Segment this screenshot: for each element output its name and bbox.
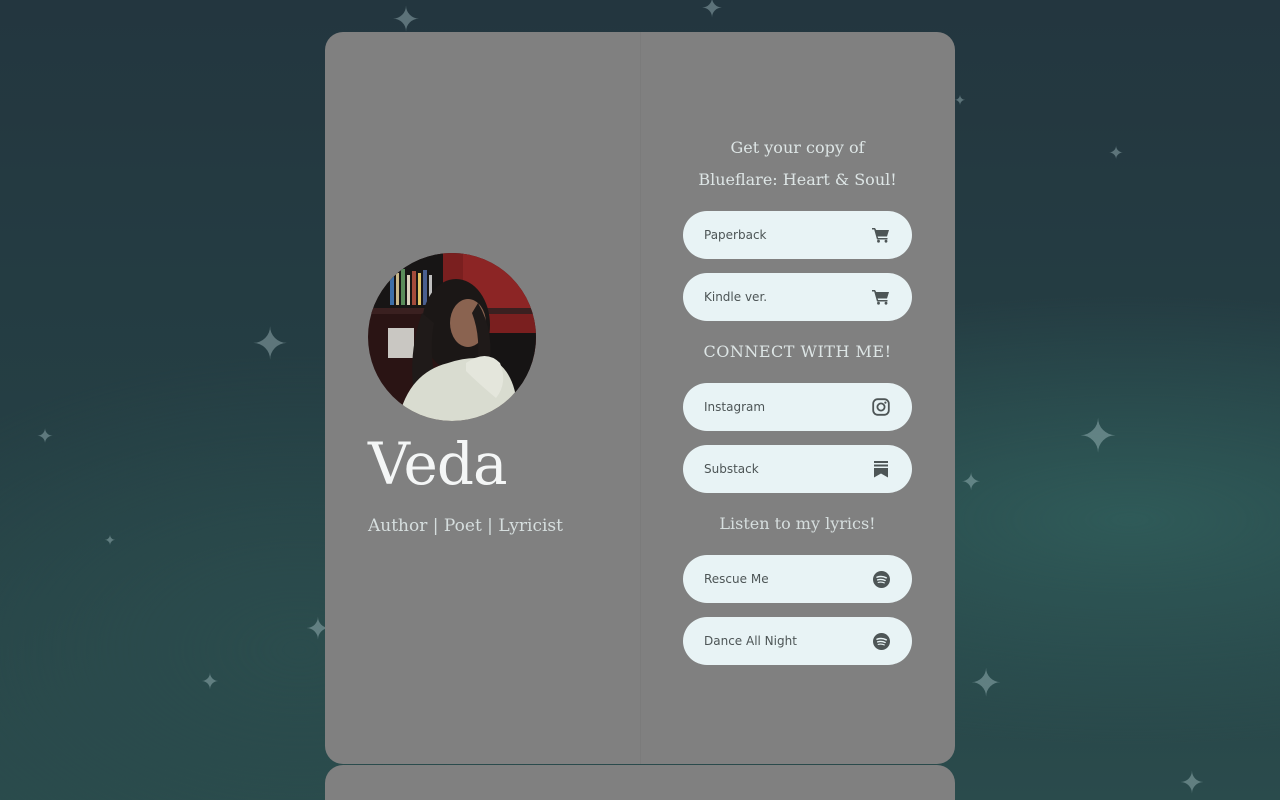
substack-button[interactable]: Substack [683,445,912,493]
substack-icon [872,460,890,478]
profile-name: Veda [368,430,508,498]
instagram-label: Instagram [704,400,766,414]
connect-heading: CONNECT WITH ME! [703,342,892,361]
sparkle-decoration: ✦ [970,661,1002,705]
sparkle-decoration: ✦ [251,319,289,370]
sparkle-decoration: ✦ [1108,143,1124,164]
lyrics-heading: Listen to my lyrics! [719,514,876,533]
instagram-icon [872,398,890,416]
book-heading-line2: Blueflare: Heart & Soul! [698,170,897,189]
book-heading-line1: Get your copy of [730,138,865,157]
cart-icon [872,288,890,306]
profile-subtitle: Author | Poet | Lyricist [368,516,563,536]
paperback-label: Paperback [704,228,767,242]
substack-label: Substack [704,462,759,476]
sparkle-decoration: ✦ [701,0,723,24]
card-divider [640,32,641,764]
instagram-button[interactable]: Instagram [683,383,912,431]
dance-all-night-label: Dance All Night [704,634,797,648]
sparkle-decoration: ✦ [954,93,966,109]
dance-all-night-button[interactable]: Dance All Night [683,617,912,665]
next-card-edge [325,765,955,800]
avatar [368,253,536,421]
cart-icon [872,226,890,244]
spotify-icon [872,632,890,650]
kindle-label: Kindle ver. [704,290,768,304]
rescue-me-label: Rescue Me [704,572,769,586]
sparkle-decoration: ✦ [960,468,982,496]
sparkle-decoration: ✦ [200,670,220,695]
sparkle-decoration: ✦ [1078,409,1118,463]
paperback-button[interactable]: Paperback [683,211,912,259]
kindle-button[interactable]: Kindle ver. [683,273,912,321]
rescue-me-button[interactable]: Rescue Me [683,555,912,603]
sparkle-decoration: ✦ [36,424,54,448]
profile-card: Veda Author | Poet | Lyricist Get your c… [325,32,955,764]
sparkle-decoration: ✦ [1179,766,1205,800]
book-heading: Get your copy of Blueflare: Heart & Soul… [683,132,912,196]
sparkle-decoration: ✦ [104,533,116,549]
spotify-icon [872,570,890,588]
